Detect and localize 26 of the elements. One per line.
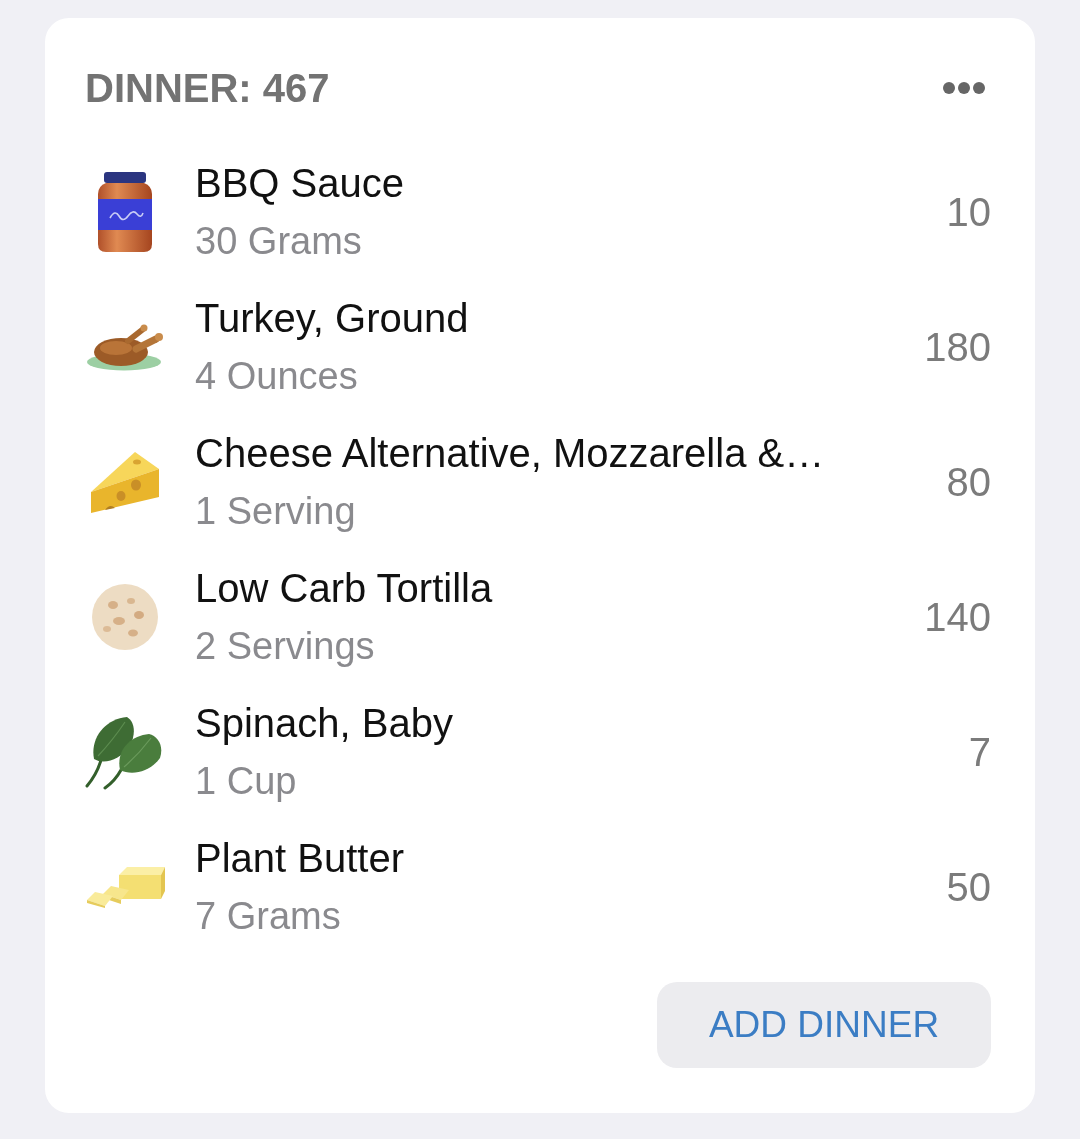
food-name: Plant Butter — [195, 834, 404, 882]
calorie-count: 10 — [946, 188, 991, 236]
calorie-count: 7 — [968, 728, 991, 776]
food-amount: 30 Grams — [195, 218, 362, 264]
food-amount: 1 Serving — [195, 488, 356, 534]
food-amount: 2 Servings — [195, 623, 375, 669]
food-name: Spinach, Baby — [195, 699, 453, 747]
food-name: Low Carb Tortilla — [195, 564, 493, 612]
calorie-count: 180 — [924, 323, 991, 371]
butter-icon — [85, 865, 165, 908]
food-name: BBQ Sauce — [195, 159, 404, 207]
more-options-icon[interactable] — [943, 82, 985, 94]
calorie-count: 140 — [924, 593, 991, 641]
roast-chicken-icon — [86, 322, 164, 371]
food-amount: 4 Ounces — [195, 353, 358, 399]
add-button[interactable]: ADD DINNER — [657, 982, 991, 1068]
jar-icon — [98, 171, 152, 252]
calorie-count: 80 — [946, 458, 991, 506]
food-amount: 7 Grams — [195, 893, 341, 939]
cheese-wedge-icon — [91, 449, 159, 514]
food-amount: 1 Cup — [195, 758, 297, 804]
meal-title: DINNER: 467 — [85, 65, 330, 112]
food-name: Turkey, Ground — [195, 294, 469, 342]
flatbread-icon — [91, 582, 159, 651]
calorie-count: 50 — [946, 863, 991, 911]
food-name: Cheese Alternative, Mozzarella &… — [195, 429, 825, 477]
